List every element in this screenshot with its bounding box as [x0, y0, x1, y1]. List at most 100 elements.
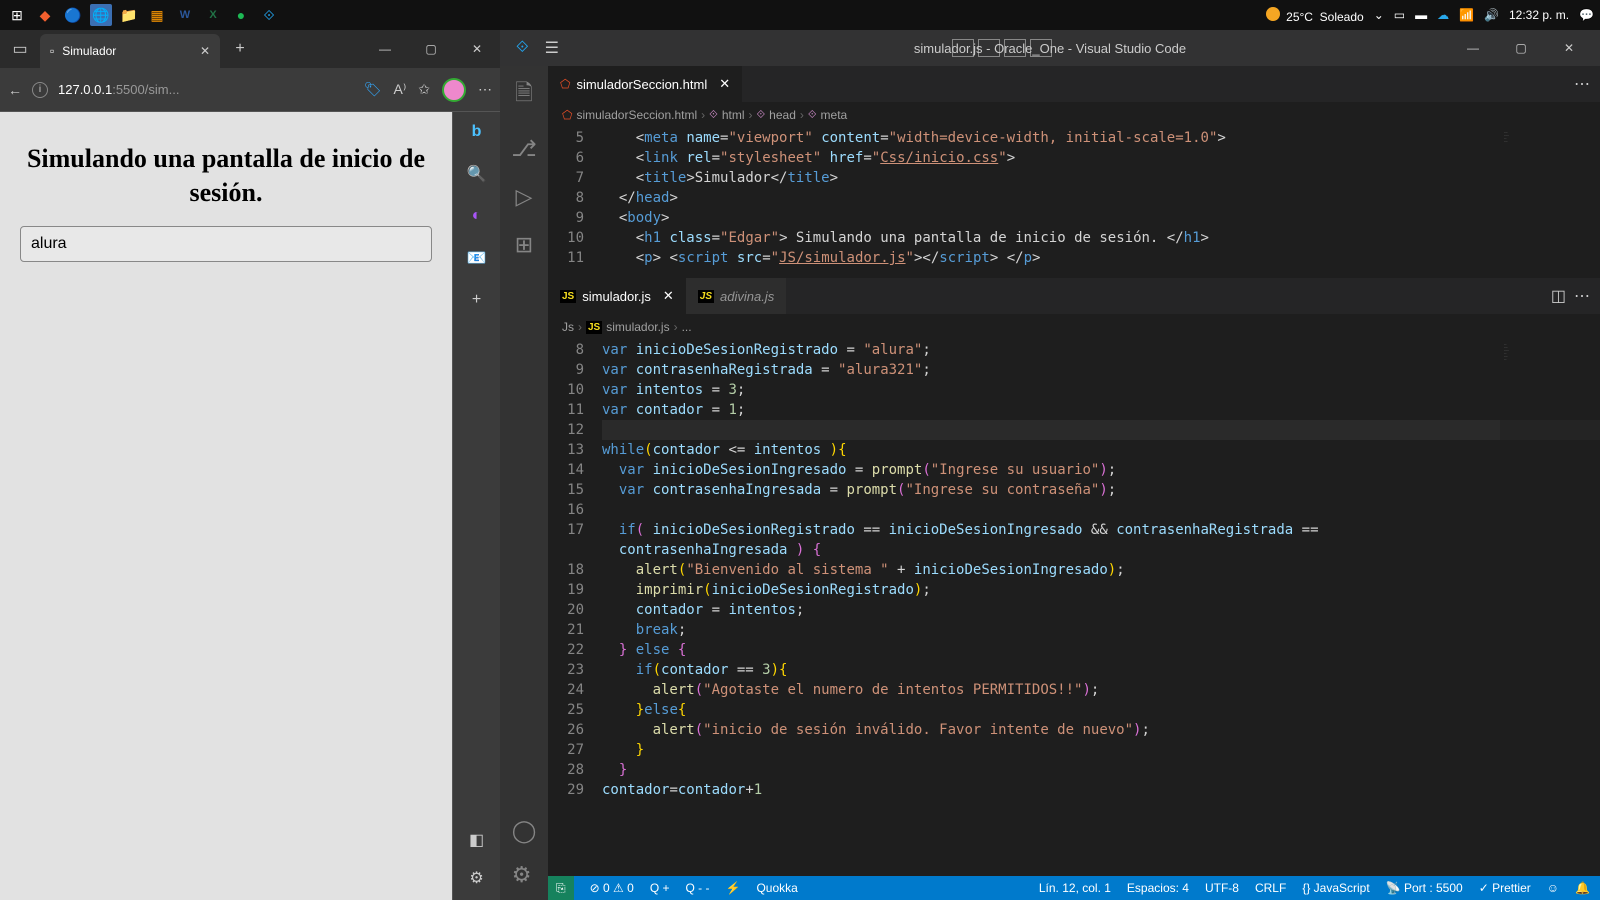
breadcrumb-top[interactable]: ⬠ simuladorSeccion.html ›⟐html ›⟐head ›⟐…: [548, 102, 1600, 128]
add-sidebar-icon[interactable]: +: [465, 288, 489, 312]
status-cursor[interactable]: Lín. 12, col. 1: [1039, 881, 1111, 895]
shopping-tag-icon[interactable]: 🏷: [364, 81, 382, 98]
spotify-icon[interactable]: ●: [230, 4, 252, 26]
status-feedback-icon[interactable]: ☺: [1547, 881, 1559, 895]
favorite-icon[interactable]: ✩: [418, 81, 430, 98]
page-heading: Simulando una pantalla de inicio de sesi…: [20, 142, 432, 210]
tray-chevron-icon[interactable]: ⌄: [1374, 8, 1384, 22]
tray-battery-icon[interactable]: ▬: [1415, 8, 1427, 22]
tray-volume-icon[interactable]: 🔊: [1484, 8, 1499, 22]
status-quokka[interactable]: Quokka: [756, 881, 797, 895]
vscode-close-button[interactable]: ✕: [1546, 29, 1592, 67]
address-bar[interactable]: 127.0.0.1:5500/sim...: [58, 82, 179, 97]
js-editor[interactable]: 8910111213141516171819202122232425262728…: [548, 340, 1600, 876]
browser-window-controls: — ▢ ✕: [362, 30, 500, 68]
site-info-icon[interactable]: i: [32, 82, 48, 98]
tools-icon[interactable]: ◐: [465, 204, 489, 228]
run-debug-icon[interactable]: ▷: [516, 184, 533, 210]
tab-bar-top: ⬠ simuladorSeccion.html ✕ ⋯: [548, 66, 1600, 102]
tray-notifications-icon[interactable]: 💬: [1579, 8, 1594, 22]
login-input[interactable]: [20, 226, 432, 262]
status-eol[interactable]: CRLF: [1255, 881, 1286, 895]
editor-more-icon[interactable]: ⋯: [1574, 74, 1590, 94]
tab-actions-icon[interactable]: ▭: [0, 30, 40, 68]
settings-icon[interactable]: ⚙: [465, 866, 489, 890]
close-button[interactable]: ✕: [454, 30, 500, 68]
maximize-button[interactable]: ▢: [408, 30, 454, 68]
minimize-button[interactable]: —: [362, 30, 408, 68]
excel-icon[interactable]: X: [202, 4, 224, 26]
vscode-maximize-button[interactable]: ▢: [1498, 29, 1544, 67]
search-icon[interactable]: 🔍: [465, 162, 489, 186]
tab-close-icon[interactable]: ✕: [663, 288, 674, 304]
hamburger-menu-icon[interactable]: ☰: [537, 38, 567, 58]
browser-content: Simulando una pantalla de inicio de sesi…: [0, 112, 500, 900]
edge-browser-window: ▭ ▫ Simulador ✕ + — ▢ ✕ ← i 127.0.0.1:55…: [0, 30, 500, 900]
windows-taskbar: ⊞ ◆ 🔵 🌐 📁 ▦ W X ● ⟐ 25°C Soleado ⌄ ▭ ▬ ☁…: [0, 0, 1600, 30]
explorer-icon[interactable]: 🗎: [515, 76, 533, 114]
source-control-icon[interactable]: ⎇: [511, 136, 536, 162]
status-lightning-icon[interactable]: ⚡: [726, 881, 741, 895]
start-icon[interactable]: ⊞: [6, 4, 28, 26]
back-icon[interactable]: ←: [8, 82, 22, 98]
tray-onedrive-icon[interactable]: ☁: [1437, 8, 1449, 22]
profile-avatar[interactable]: [442, 78, 466, 102]
extensions-icon[interactable]: ⊞: [515, 232, 533, 258]
browser-titlebar: ▭ ▫ Simulador ✕ + — ▢ ✕: [0, 30, 500, 68]
status-language[interactable]: {} JavaScript: [1302, 881, 1369, 895]
html-editor[interactable]: 567891011 <meta name="viewport" content=…: [548, 128, 1600, 278]
tray-meet-icon[interactable]: ▭: [1394, 8, 1405, 22]
vscode-minimize-button[interactable]: —: [1450, 29, 1496, 67]
vscode-icon[interactable]: ⟐: [258, 4, 280, 26]
more-icon[interactable]: ⋯: [478, 81, 492, 98]
edge-sidebar: b 🔍 ◐ 📧 + ◧ ⚙: [452, 112, 500, 900]
status-q-plus[interactable]: Q +: [650, 881, 670, 895]
outlook-icon[interactable]: 📧: [465, 246, 489, 270]
status-spaces[interactable]: Espacios: 4: [1127, 881, 1189, 895]
minimap[interactable]: ▬▬▬▬▬▬▬▬▬▬▬▬▬▬▬▬: [1500, 340, 1600, 876]
status-bell-icon[interactable]: 🔔: [1575, 881, 1590, 895]
edge-icon[interactable]: 🌐: [90, 4, 112, 26]
new-tab-button[interactable]: +: [220, 30, 260, 68]
read-aloud-icon[interactable]: A⁾: [393, 81, 406, 98]
manage-gear-icon[interactable]: ⚙: [512, 862, 537, 888]
vscode-titlebar: ⟐ ☰ simulador.js - Oracle_One - Visual S…: [500, 30, 1600, 66]
browser-toolbar: ← i 127.0.0.1:5500/sim... 🏷 A⁾ ✩ ⋯: [0, 68, 500, 112]
remote-indicator[interactable]: ⎘: [548, 876, 574, 900]
status-liveserver[interactable]: 📡 Port : 5500: [1386, 881, 1463, 895]
editor-more-icon[interactable]: ⋯: [1574, 286, 1590, 306]
vscode-window: ⟐ ☰ simulador.js - Oracle_One - Visual S…: [500, 30, 1600, 900]
tab-close-icon[interactable]: ✕: [719, 76, 730, 92]
browser-tab[interactable]: ▫ Simulador ✕: [40, 34, 220, 68]
editor-group-bottom: JS simulador.js ✕ JS adivina.js ◫ ⋯ Js: [548, 278, 1600, 876]
js-icon: JS: [586, 321, 602, 334]
editor-tab-simulador-js[interactable]: JS simulador.js ✕: [548, 278, 686, 314]
status-problems[interactable]: ⊘ 0 ⚠ 0: [590, 881, 634, 895]
editor-tab-adivina-js[interactable]: JS adivina.js: [686, 278, 786, 314]
taskbar-system-tray: 25°C Soleado ⌄ ▭ ▬ ☁ 📶 🔊 12:32 p. m. 💬: [1266, 7, 1594, 24]
breadcrumb-bottom[interactable]: Js › JS simulador.js › ...: [548, 314, 1600, 340]
editor-area: ⬠ simuladorSeccion.html ✕ ⋯ ⬠ simuladorS…: [548, 66, 1600, 900]
bing-chat-icon[interactable]: b: [465, 120, 489, 144]
tray-wifi-icon[interactable]: 📶: [1459, 8, 1474, 22]
html5-icon: ⬠: [562, 108, 572, 122]
brave-icon[interactable]: ◆: [34, 4, 56, 26]
tab-close-icon[interactable]: ✕: [200, 44, 210, 58]
editor-tab-html[interactable]: ⬠ simuladorSeccion.html ✕: [548, 66, 742, 102]
weather-widget[interactable]: 25°C Soleado: [1266, 7, 1364, 24]
sun-icon: [1266, 7, 1280, 21]
tray-clock[interactable]: 12:32 p. m.: [1509, 8, 1569, 22]
word-icon[interactable]: W: [174, 4, 196, 26]
explorer-icon[interactable]: 📁: [118, 4, 140, 26]
status-encoding[interactable]: UTF-8: [1205, 881, 1239, 895]
split-editor-icon[interactable]: ◫: [1551, 286, 1566, 306]
status-prettier[interactable]: ✓ Prettier: [1479, 881, 1531, 895]
chrome-icon[interactable]: 🔵: [62, 4, 84, 26]
minimap[interactable]: ▬▬▬▬▬▬▬▬▬▬▬▬: [1500, 128, 1600, 278]
vscode-logo-icon[interactable]: ⟐: [508, 39, 537, 57]
account-icon[interactable]: ◯: [512, 818, 537, 844]
status-q-minus[interactable]: Q - -: [686, 881, 710, 895]
sublime-icon[interactable]: ▦: [146, 4, 168, 26]
sidebar-toggle-icon[interactable]: ◧: [465, 828, 489, 852]
js-icon: JS: [560, 290, 576, 303]
